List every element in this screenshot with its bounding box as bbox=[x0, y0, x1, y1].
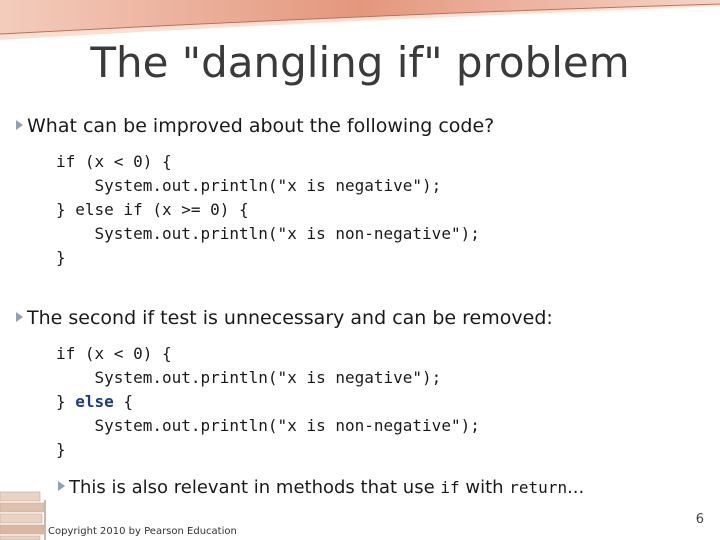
code-line: System.out.println("x is negative"); bbox=[56, 368, 442, 387]
code-line: System.out.println("x is non-negative"); bbox=[56, 416, 480, 435]
code-line: if (x < 0) { bbox=[56, 152, 172, 171]
brick-decoration bbox=[0, 491, 45, 540]
code-line: System.out.println("x is negative"); bbox=[56, 176, 442, 195]
slide-title: The "dangling if" problem bbox=[90, 38, 630, 87]
sub-bullet-ellipsis: ... bbox=[567, 477, 585, 498]
bullet-arrow-icon bbox=[16, 119, 23, 130]
bullet-text: The second if test is unnecessary and ca… bbox=[27, 307, 553, 329]
code-fragment: } bbox=[56, 392, 76, 411]
inline-code-return: return bbox=[509, 478, 568, 497]
copyright-text: Copyright 2010 by Pearson Education bbox=[48, 526, 237, 537]
code-block-improved: if (x < 0) { System.out.println("x is ne… bbox=[56, 342, 480, 462]
code-line: } bbox=[56, 440, 66, 459]
code-block-original: if (x < 0) { System.out.println("x is ne… bbox=[56, 150, 480, 270]
else-keyword: else bbox=[75, 392, 114, 411]
code-fragment: { bbox=[113, 392, 134, 411]
bullet-improve-question: What can be improved about the following… bbox=[16, 115, 494, 137]
bullet-arrow-icon bbox=[58, 481, 65, 491]
sub-bullet-relevance: This is also relevant in methods that us… bbox=[58, 477, 584, 498]
bullet-arrow-icon bbox=[16, 311, 23, 322]
code-line: if (x < 0) { bbox=[56, 344, 172, 363]
code-line: } else if (x >= 0) { bbox=[56, 200, 249, 219]
footer-divider bbox=[44, 500, 46, 540]
code-line: } else { bbox=[56, 390, 480, 414]
sub-bullet-text: with bbox=[459, 477, 510, 498]
inline-code-if: if bbox=[440, 478, 460, 497]
code-line: } bbox=[56, 248, 66, 267]
bullet-text: What can be improved about the following… bbox=[27, 115, 495, 137]
bullet-remove-test: The second if test is unnecessary and ca… bbox=[16, 307, 553, 329]
code-line: System.out.println("x is non-negative"); bbox=[56, 224, 480, 243]
page-number: 6 bbox=[695, 512, 704, 527]
sub-bullet-text: This is also relevant in methods that us… bbox=[69, 477, 441, 498]
